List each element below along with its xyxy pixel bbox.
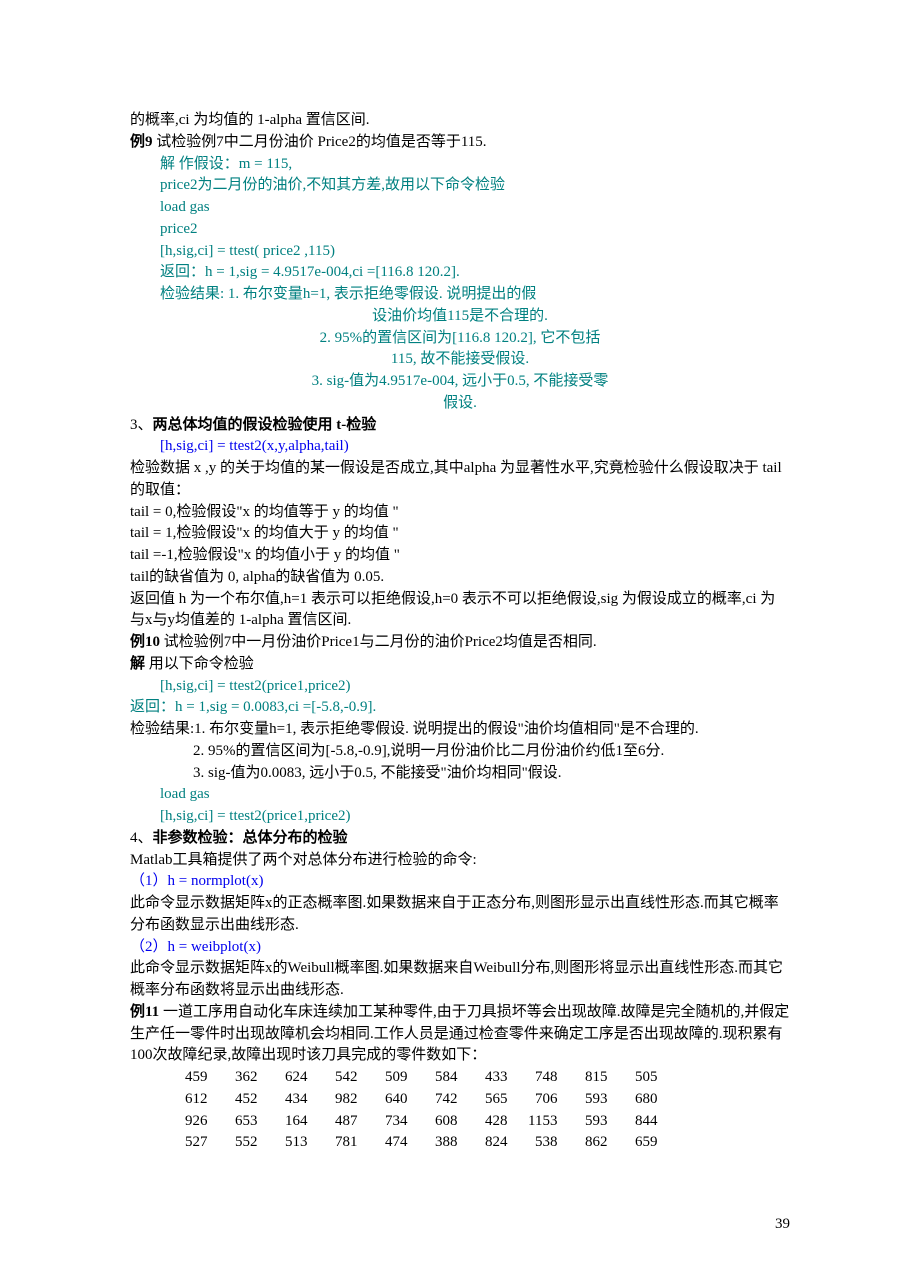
table-cell: 1153 (518, 1111, 568, 1133)
code-line: [h,sig,ci] = ttest2(price1,price2) (130, 806, 790, 828)
table-cell: 781 (318, 1132, 368, 1154)
example-label: 例9 (130, 134, 153, 150)
table-cell: 459 (168, 1067, 218, 1089)
table-cell: 513 (268, 1132, 318, 1154)
body-text: 的概率,ci 为均值的 1-alpha 置信区间. 例9 试检验例7中二月份油价… (130, 110, 790, 1154)
table-cell: 640 (368, 1089, 418, 1111)
example-9: 例9 试检验例7中二月份油价 Price2的均值是否等于115. (130, 132, 790, 154)
section-3-heading: 3、两总体均值的假设检验使用 t-检验 (130, 415, 790, 437)
solution-line: 解 用以下命令检验 (130, 654, 790, 676)
paragraph: 此命令显示数据矩阵x的正态概率图.如果数据来自于正态分布,则图形显示出直线性形态… (130, 893, 790, 937)
solution-text: 用以下命令检验 (145, 656, 254, 672)
code-line: 返回：h = 1,sig = 4.9517e-004,ci =[116.8 12… (130, 262, 790, 284)
code-line: price2为二月份的油价,不知其方差,故用以下命令检验 (130, 175, 790, 197)
table-cell: 815 (568, 1067, 618, 1089)
example-text: 试检验例7中二月份油价 Price2的均值是否等于115. (153, 134, 487, 150)
table-cell: 584 (418, 1067, 468, 1089)
result-line: 检验结果:1. 布尔变量h=1, 表示拒绝零假设. 说明提出的假设"油价均值相同… (130, 719, 790, 741)
result-line: 2. 95%的置信区间为[-5.8,-0.9],说明一月份油价比二月份油价约低1… (130, 741, 790, 763)
example-label: 例10 (130, 634, 160, 650)
paragraph: Matlab工具箱提供了两个对总体分布进行检验的命令: (130, 850, 790, 872)
table-cell: 527 (168, 1132, 218, 1154)
table-cell: 433 (468, 1067, 518, 1089)
table-cell: 565 (468, 1089, 518, 1111)
paragraph: tail = 0,检验假设"x 的均值等于 y 的均值 " (130, 502, 790, 524)
table-row: 527552513781474388824538862659 (168, 1132, 668, 1154)
paragraph: 检验数据 x ,y 的关于均值的某一假设是否成立,其中alpha 为显著性水平,… (130, 458, 790, 502)
code-line: [h,sig,ci] = ttest( price2 ,115) (130, 241, 790, 263)
result-line: 3. sig-值为0.0083, 远小于0.5, 不能接受"油价均相同"假设. (130, 763, 790, 785)
table-cell: 706 (518, 1089, 568, 1111)
paragraph: 的概率,ci 为均值的 1-alpha 置信区间. (130, 110, 790, 132)
table-cell: 862 (568, 1132, 618, 1154)
code-line: load gas (130, 784, 790, 806)
result-line: 115, 故不能接受假设. (130, 349, 790, 371)
code-line: 解 作假设：m = 115, (130, 154, 790, 176)
table-cell: 659 (618, 1132, 668, 1154)
table-row: 9266531644877346084281153593844 (168, 1111, 668, 1133)
table-cell: 844 (618, 1111, 668, 1133)
table-cell: 552 (218, 1132, 268, 1154)
section-number: 3、 (130, 417, 153, 433)
example-10: 例10 试检验例7中一月份油价Price1与二月份的油价Price2均值是否相同… (130, 632, 790, 654)
paragraph: 返回值 h 为一个布尔值,h=1 表示可以拒绝假设,h=0 表示不可以拒绝假设,… (130, 589, 790, 633)
code-line: （1）h = normplot(x) (130, 871, 790, 893)
table-cell: 388 (418, 1132, 468, 1154)
code-line: price2 (130, 219, 790, 241)
result-line: 检验结果: 1. 布尔变量h=1, 表示拒绝零假设. 说明提出的假 (130, 284, 790, 306)
example-text: 试检验例7中一月份油价Price1与二月份的油价Price2均值是否相同. (160, 634, 597, 650)
section-number: 4、 (130, 830, 153, 846)
table-cell: 362 (218, 1067, 268, 1089)
section-title: 两总体均值的假设检验使用 t-检验 (153, 417, 377, 433)
table-cell: 434 (268, 1089, 318, 1111)
table-row: 612452434982640742565706593680 (168, 1089, 668, 1111)
table-cell: 624 (268, 1067, 318, 1089)
code-line: （2）h = weibplot(x) (130, 937, 790, 959)
section-title: 非参数检验：总体分布的检验 (153, 830, 348, 846)
example-11: 例11 一道工序用自动化车床连续加工某种零件,由于刀具损坏等会出现故障.故障是完… (130, 1002, 790, 1067)
table-cell: 653 (218, 1111, 268, 1133)
code-line: [h,sig,ci] = ttest2(x,y,alpha,tail) (130, 436, 790, 458)
paragraph: 此命令显示数据矩阵x的Weibull概率图.如果数据来自Weibull分布,则图… (130, 958, 790, 1002)
data-table: 4593626245425095844337488155056124524349… (168, 1067, 668, 1154)
table-cell: 542 (318, 1067, 368, 1089)
code-line: load gas (130, 197, 790, 219)
table-cell: 593 (568, 1089, 618, 1111)
example-label: 例11 (130, 1004, 159, 1020)
table-cell: 742 (418, 1089, 468, 1111)
table-cell: 164 (268, 1111, 318, 1133)
table-cell: 982 (318, 1089, 368, 1111)
table-cell: 612 (168, 1089, 218, 1111)
table-cell: 509 (368, 1067, 418, 1089)
solution-label: 解 (130, 656, 145, 672)
table-cell: 487 (318, 1111, 368, 1133)
result-line: 假设. (130, 393, 790, 415)
table-cell: 680 (618, 1089, 668, 1111)
table-cell: 474 (368, 1132, 418, 1154)
table-cell: 926 (168, 1111, 218, 1133)
table-cell: 452 (218, 1089, 268, 1111)
example-text: 一道工序用自动化车床连续加工某种零件,由于刀具损坏等会出现故障.故障是完全随机的… (130, 1004, 789, 1064)
paragraph: tail = 1,检验假设"x 的均值大于 y 的均值 " (130, 523, 790, 545)
table-cell: 608 (418, 1111, 468, 1133)
table-cell: 824 (468, 1132, 518, 1154)
table-cell: 593 (568, 1111, 618, 1133)
result-line: 3. sig-值为4.9517e-004, 远小于0.5, 不能接受零 (130, 371, 790, 393)
section-4-heading: 4、非参数检验：总体分布的检验 (130, 828, 790, 850)
paragraph: tail =-1,检验假设"x 的均值小于 y 的均值 " (130, 545, 790, 567)
code-line: 返回：h = 1,sig = 0.0083,ci =[-5.8,-0.9]. (130, 697, 790, 719)
table-row: 459362624542509584433748815505 (168, 1067, 668, 1089)
result-line: 2. 95%的置信区间为[116.8 120.2], 它不包括 (130, 328, 790, 350)
table-cell: 538 (518, 1132, 568, 1154)
table-cell: 734 (368, 1111, 418, 1133)
paragraph: tail的缺省值为 0, alpha的缺省值为 0.05. (130, 567, 790, 589)
table-cell: 748 (518, 1067, 568, 1089)
page-number: 39 (130, 1214, 790, 1236)
code-line: [h,sig,ci] = ttest2(price1,price2) (130, 676, 790, 698)
table-cell: 428 (468, 1111, 518, 1133)
table-cell: 505 (618, 1067, 668, 1089)
result-line: 设油价均值115是不合理的. (130, 306, 790, 328)
